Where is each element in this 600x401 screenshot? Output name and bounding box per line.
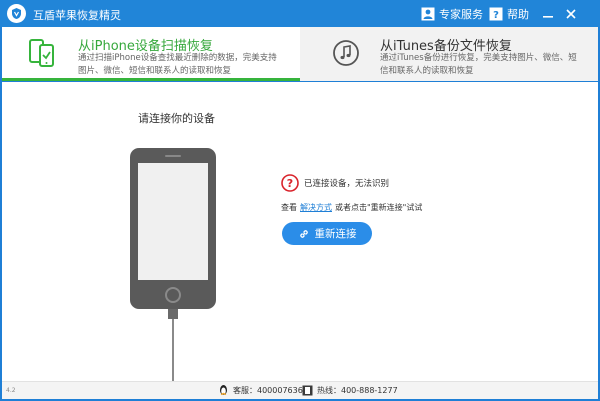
app-title: 互盾苹果恢复精灵	[33, 9, 121, 22]
svg-text:?: ?	[287, 177, 293, 190]
close-icon	[566, 8, 576, 19]
link-icon	[298, 228, 310, 240]
cable-plug	[168, 309, 178, 319]
status-text: 已连接设备，无法识别	[304, 179, 390, 189]
hint-prefix: 查看	[281, 203, 297, 212]
tab-itunes-backup[interactable]: 从iTunes备份文件恢复 通过iTunes备份进行恢复，完美支持图片、微信、短…	[300, 27, 598, 81]
minimize-icon	[543, 15, 553, 18]
phone-icon	[302, 384, 314, 396]
minimize-button[interactable]	[538, 4, 558, 23]
reconnect-button[interactable]: 重新连接	[282, 222, 372, 245]
usb-cable	[172, 319, 174, 381]
user-icon	[420, 6, 435, 21]
hotline: 热线：400-888-1277	[302, 384, 398, 396]
main-content: 请连接你的设备 ? 已连接设备，无法识别 查看 解决方式 或者点击"重新连接"试试 …	[2, 82, 598, 381]
phone-screen	[138, 163, 208, 280]
hint-suffix: 或者点击"重新连接"试试	[335, 203, 423, 212]
hotline-number: 热线：400-888-1277	[317, 385, 398, 395]
expert-service-label: 专家服务	[439, 7, 483, 21]
phone-scan-icon	[26, 37, 58, 69]
hint-row: 查看 解决方式 或者点击"重新连接"试试	[281, 202, 422, 213]
phone-speaker	[165, 155, 181, 157]
warning-question-icon: ?	[281, 174, 299, 192]
app-window: 互盾苹果恢复精灵 专家服务 ? 帮助 从iPhone设备扫描恢复 通过扫描iPh…	[0, 0, 600, 401]
expert-service-button[interactable]: 专家服务	[420, 4, 483, 23]
tab-iphone-scan[interactable]: 从iPhone设备扫描恢复 通过扫描iPhone设备查找最近删除的数据，完美支持…	[2, 27, 300, 81]
title-bar[interactable]: 互盾苹果恢复精灵 专家服务 ? 帮助	[0, 0, 600, 27]
qq-number: 客服：4000076365	[233, 385, 308, 395]
close-button[interactable]	[561, 4, 581, 23]
connection-status: ? 已连接设备，无法识别	[281, 173, 389, 193]
qq-service[interactable]: 客服：4000076365	[218, 384, 308, 396]
tab-itunes-backup-desc: 通过iTunes备份进行恢复，完美支持图片、微信、短信和联系人的读取和恢复	[380, 53, 577, 76]
qq-penguin-icon	[218, 384, 230, 396]
version-label: 4.2	[6, 387, 16, 394]
shield-logo-icon	[7, 4, 26, 23]
phone-illustration	[130, 148, 216, 309]
help-icon: ?	[488, 6, 503, 21]
status-footer: 4.2 客服：4000076365 热线：400-888-1277	[2, 381, 598, 399]
solution-link[interactable]: 解决方式	[300, 203, 332, 212]
music-note-icon	[330, 37, 362, 69]
help-button[interactable]: ? 帮助	[488, 4, 529, 23]
connect-device-title: 请连接你的设备	[138, 112, 215, 125]
tab-iphone-scan-desc: 通过扫描iPhone设备查找最近删除的数据，完美支持图片、微信、短信和联系人的读…	[78, 53, 277, 76]
phone-home-button	[165, 287, 181, 303]
mode-tabs: 从iPhone设备扫描恢复 通过扫描iPhone设备查找最近删除的数据，完美支持…	[2, 27, 598, 81]
reconnect-label: 重新连接	[314, 228, 357, 240]
help-label: 帮助	[507, 7, 529, 21]
svg-text:?: ?	[493, 10, 499, 21]
